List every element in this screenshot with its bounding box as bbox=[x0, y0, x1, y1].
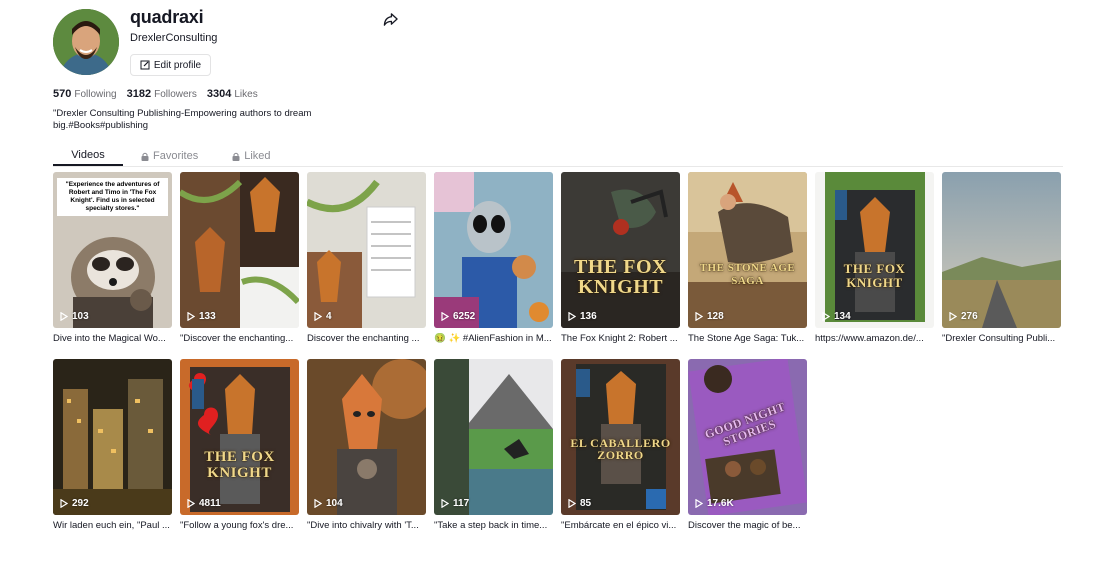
video-caption[interactable]: "Drexler Consulting Publi... bbox=[942, 333, 1061, 344]
video-caption[interactable]: "Dive into chivalry with 'T... bbox=[307, 520, 426, 531]
video-caption[interactable]: "Follow a young fox's dre... bbox=[180, 520, 299, 531]
edit-profile-label: Edit profile bbox=[153, 59, 202, 71]
profile-tabs: Videos Favorites Liked bbox=[53, 146, 271, 166]
video-thumbnail[interactable]: THE STONE AGE SAGA 128 bbox=[688, 172, 807, 328]
play-icon bbox=[60, 499, 68, 508]
video-card[interactable]: 276 "Drexler Consulting Publi... bbox=[942, 172, 1061, 344]
play-icon bbox=[187, 312, 195, 321]
video-card[interactable]: 6252 🤢 ✨ #AlienFashion in M... bbox=[434, 172, 553, 344]
video-card[interactable]: 4 Discover the enchanting ... bbox=[307, 172, 426, 344]
view-count: 4811 bbox=[187, 498, 221, 509]
video-overlay-text: "Experience the adventures of Robert and… bbox=[57, 178, 168, 216]
video-card[interactable]: THE FOX KNIGHT 134 https://www.amazon.de… bbox=[815, 172, 934, 344]
play-icon bbox=[314, 499, 322, 508]
video-caption[interactable]: The Fox Knight 2: Robert ... bbox=[561, 333, 680, 344]
stat-likes: 3304 Likes bbox=[206, 88, 258, 100]
play-icon bbox=[695, 312, 703, 321]
video-card[interactable]: EL CABALLERO ZORRO 85 "Embárcate en el é… bbox=[561, 359, 680, 531]
tab-favorites[interactable]: Favorites bbox=[141, 146, 198, 166]
tab-liked[interactable]: Liked bbox=[232, 146, 271, 166]
video-caption[interactable]: "Discover the enchanting... bbox=[180, 333, 299, 344]
play-icon bbox=[568, 499, 576, 508]
video-thumbnail[interactable]: 6252 bbox=[434, 172, 553, 328]
video-overlay-text: THE FOX KNIGHT bbox=[574, 256, 667, 298]
view-count: 4 bbox=[314, 311, 332, 322]
video-thumbnail[interactable]: 104 bbox=[307, 359, 426, 515]
video-caption[interactable]: Dive into the Magical Wo... bbox=[53, 333, 172, 344]
video-card[interactable]: THE FOX KNIGHT 136 The Fox Knight 2: Rob… bbox=[561, 172, 680, 344]
video-card[interactable]: 117 "Take a step back in time... bbox=[434, 359, 553, 531]
video-thumbnail[interactable]: 133 bbox=[180, 172, 299, 328]
stat-followers[interactable]: 3182 Followers bbox=[127, 88, 197, 100]
play-icon bbox=[314, 312, 322, 321]
view-count: 276 bbox=[949, 311, 978, 322]
stat-following[interactable]: 570 Following bbox=[53, 88, 117, 100]
video-caption[interactable]: Discover the magic of be... bbox=[688, 520, 807, 531]
view-count: 104 bbox=[314, 498, 343, 509]
video-card[interactable]: THE STONE AGE SAGA 128 The Stone Age Sag… bbox=[688, 172, 807, 344]
tab-videos[interactable]: Videos bbox=[53, 146, 123, 166]
tab-divider bbox=[53, 166, 1063, 167]
video-caption[interactable]: Wir laden euch ein, "Paul ... bbox=[53, 520, 172, 531]
play-icon bbox=[60, 312, 68, 321]
video-thumbnail[interactable]: 117 bbox=[434, 359, 553, 515]
video-overlay-text: EL CABALLERO ZORRO bbox=[570, 436, 671, 462]
video-thumbnail[interactable]: THE FOX KNIGHT 134 bbox=[815, 172, 934, 328]
share-icon[interactable] bbox=[383, 12, 398, 27]
avatar[interactable] bbox=[53, 9, 119, 75]
play-icon bbox=[822, 312, 830, 321]
profile-username: quadraxi bbox=[130, 7, 204, 27]
profile-bio: "Drexler Consulting Publishing-Empowerin… bbox=[53, 108, 312, 131]
play-icon bbox=[441, 312, 449, 321]
video-thumbnail[interactable]: 292 bbox=[53, 359, 172, 515]
play-icon bbox=[441, 499, 449, 508]
video-card[interactable]: 292 Wir laden euch ein, "Paul ... bbox=[53, 359, 172, 531]
video-card[interactable]: "Experience the adventures of Robert and… bbox=[53, 172, 172, 344]
lock-icon bbox=[141, 152, 149, 161]
video-thumbnail[interactable]: "Experience the adventures of Robert and… bbox=[53, 172, 172, 328]
video-thumbnail[interactable]: 4 bbox=[307, 172, 426, 328]
view-count: 117 bbox=[441, 498, 469, 509]
video-overlay-text: THE STONE AGE SAGA bbox=[699, 262, 796, 287]
play-icon bbox=[568, 312, 576, 321]
play-icon bbox=[949, 312, 957, 321]
video-caption[interactable]: 🤢 ✨ #AlienFashion in M... bbox=[434, 333, 553, 344]
view-count: 17.6K bbox=[695, 498, 734, 509]
video-card[interactable]: 133 "Discover the enchanting... bbox=[180, 172, 299, 344]
view-count: 6252 bbox=[441, 311, 475, 322]
video-thumbnail[interactable]: GOOD NIGHT STORIES 17.6K bbox=[688, 359, 807, 515]
view-count: 292 bbox=[60, 498, 89, 509]
video-card[interactable]: GOOD NIGHT STORIES 17.6K Discover the ma… bbox=[688, 359, 807, 531]
video-thumbnail[interactable]: THE FOX KNIGHT 136 bbox=[561, 172, 680, 328]
view-count: 134 bbox=[822, 311, 851, 322]
video-overlay-text: THE FOX KNIGHT bbox=[843, 261, 906, 290]
play-icon bbox=[187, 499, 195, 508]
video-caption[interactable]: Discover the enchanting ... bbox=[307, 333, 426, 344]
view-count: 136 bbox=[568, 311, 597, 322]
profile-stats: 570 Following 3182 Followers 3304 Likes bbox=[53, 88, 258, 100]
video-thumbnail[interactable]: 276 bbox=[942, 172, 1061, 328]
video-caption[interactable]: https://www.amazon.de/... bbox=[815, 333, 934, 344]
profile-nickname: DrexlerConsulting bbox=[130, 32, 218, 44]
view-count: 133 bbox=[187, 311, 216, 322]
video-caption[interactable]: "Embárcate en el épico vi... bbox=[561, 520, 680, 531]
video-thumbnail[interactable]: THE FOX KNIGHT 4811 bbox=[180, 359, 299, 515]
view-count: 85 bbox=[568, 498, 591, 509]
video-overlay-text: THE FOX KNIGHT bbox=[204, 449, 275, 481]
video-caption[interactable]: "Take a step back in time... bbox=[434, 520, 553, 531]
edit-profile-button[interactable]: Edit profile bbox=[130, 54, 211, 76]
video-thumbnail[interactable]: EL CABALLERO ZORRO 85 bbox=[561, 359, 680, 515]
video-card[interactable]: THE FOX KNIGHT 4811 "Follow a young fox'… bbox=[180, 359, 299, 531]
video-card[interactable]: 104 "Dive into chivalry with 'T... bbox=[307, 359, 426, 531]
edit-icon bbox=[140, 60, 150, 70]
view-count: 103 bbox=[60, 311, 89, 322]
play-icon bbox=[695, 499, 703, 508]
view-count: 128 bbox=[695, 311, 724, 322]
video-caption[interactable]: The Stone Age Saga: Tuk... bbox=[688, 333, 807, 344]
lock-icon bbox=[232, 152, 240, 161]
